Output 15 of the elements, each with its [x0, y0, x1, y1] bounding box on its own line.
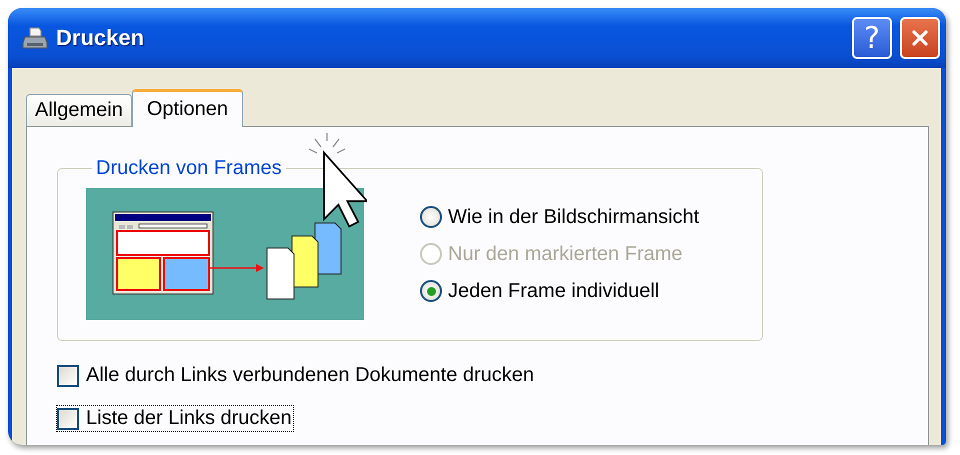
checkbox[interactable]	[57, 364, 79, 386]
help-button[interactable]: ?	[852, 17, 892, 59]
checkbox-option[interactable]: Alle durch Links verbundenen Dokumente drucken	[57, 363, 536, 388]
window-title: Drucken	[56, 25, 144, 51]
radio-button[interactable]	[420, 280, 442, 302]
radio-option[interactable]: Wie in der Bildschirmansicht	[420, 206, 700, 228]
group-legend: Drucken von Frames	[92, 157, 286, 180]
tab[interactable]: Optionen	[132, 89, 243, 127]
checkbox-option[interactable]: Liste der Links drucken	[57, 406, 293, 431]
radio-option[interactable]: Jeden Frame individuell	[420, 280, 700, 302]
printer-icon	[22, 25, 48, 51]
checkbox[interactable]	[57, 408, 79, 430]
close-button[interactable]	[900, 17, 940, 59]
radio-button[interactable]	[420, 206, 442, 228]
tab[interactable]: Allgemein	[26, 94, 132, 126]
